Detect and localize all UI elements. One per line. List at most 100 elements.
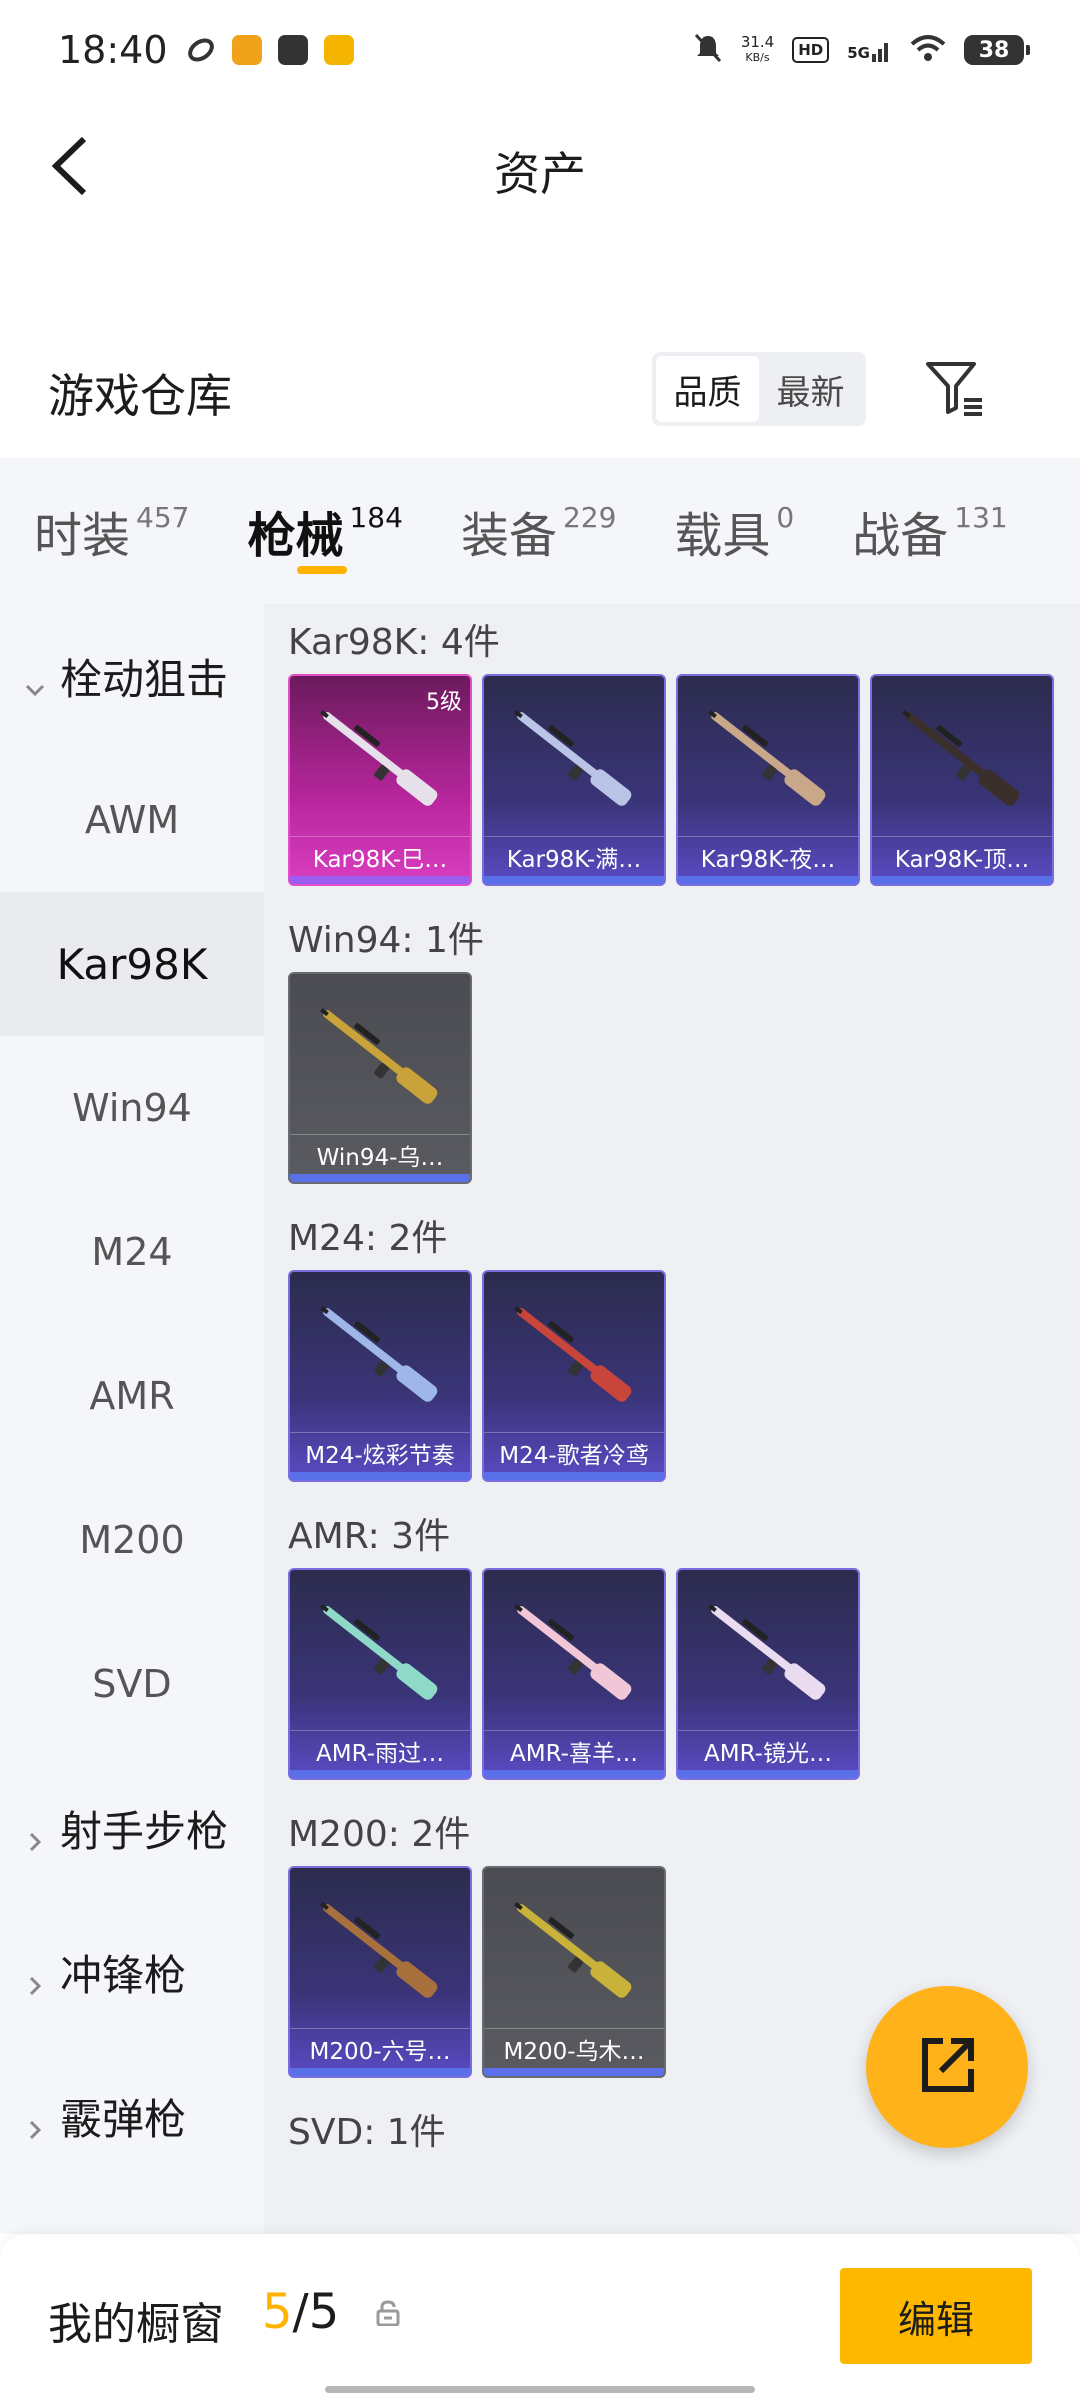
section-title: M24: 2件 (288, 1218, 448, 1259)
tab-label: 装备 (460, 508, 557, 564)
rarity-bar (484, 2068, 664, 2076)
item-grid: AMR-雨过… AMR-喜羊… AMR-镜光… (288, 1568, 1080, 1780)
sidebar-item[interactable]: Kar98K (0, 892, 264, 1036)
home-indicator[interactable] (325, 2386, 755, 2393)
sidebar-item[interactable]: AMR (0, 1324, 264, 1468)
weapon-card[interactable]: M200-六号… (288, 1866, 472, 2078)
weapon-name: AMR-喜羊… (484, 1730, 664, 1770)
filter-button[interactable] (922, 356, 988, 422)
sidebar-item[interactable]: M200 (0, 1468, 264, 1612)
weapon-card[interactable]: M24-炫彩节奏 (288, 1270, 472, 1482)
filter-icon (922, 362, 988, 426)
weapon-card[interactable]: M200-乌木… (482, 1866, 666, 2078)
chevron-down-icon (24, 662, 46, 697)
status-time: 18:40 (58, 28, 168, 72)
tab-label: 载具 (674, 508, 771, 564)
tab-category[interactable]: 载具 0 (674, 458, 794, 604)
showcase-bar: 我的橱窗 5/5 编辑 (0, 2234, 1080, 2400)
section-title: Win94: 1件 (288, 920, 484, 961)
level-badge: 5级 (426, 690, 462, 715)
weapon-card[interactable]: Kar98K-满… (482, 674, 666, 886)
warehouse-header: 游戏仓库 品质 最新 (0, 330, 1080, 450)
weapon-card[interactable]: Win94-乌… (288, 972, 472, 1184)
weapon-name: AMR-雨过… (290, 1730, 470, 1770)
weapon-name: Kar98K-满… (484, 836, 664, 876)
rarity-bar (290, 1770, 470, 1778)
rifle-icon (688, 690, 848, 830)
sidebar-group[interactable]: 射手步枪 (0, 1756, 264, 1900)
tab-category[interactable]: 枪械 184 (247, 458, 403, 604)
nav-bar: 资产 (0, 100, 1080, 235)
sidebar-item[interactable]: Win94 (0, 1036, 264, 1180)
share-icon (915, 2033, 979, 2101)
weapon-section: M24: 2件 M24-炫彩节奏 M24-歌者冷鸢 (264, 1200, 1080, 1482)
sidebar-group[interactable]: 冲锋枪 (0, 1900, 264, 2044)
app-notification-icon (186, 35, 216, 65)
tab-category[interactable]: 战备 131 (852, 458, 1007, 604)
signal-5g-icon: 5G (847, 38, 892, 62)
target-app-icon (323, 35, 354, 65)
weapon-card[interactable]: AMR-喜羊… (482, 1568, 666, 1780)
sort-toggle: 品质 最新 (652, 352, 866, 426)
rifle-icon (494, 690, 654, 830)
rarity-bar (484, 876, 664, 884)
weapon-card[interactable]: 5级 Kar98K-巳… (288, 674, 472, 886)
rifle-icon (494, 1882, 654, 2022)
weapon-card[interactable]: Kar98K-夜… (676, 674, 860, 886)
rarity-bar (678, 1770, 858, 1778)
sidebar-item-label: 射手步枪 (60, 1806, 229, 1856)
weapon-card[interactable]: Kar98K-顶… (870, 674, 1054, 886)
weapon-card[interactable]: M24-歌者冷鸢 (482, 1270, 666, 1482)
showcase-current: 5 (262, 2284, 293, 2340)
sidebar-item[interactable]: AWM (0, 748, 264, 892)
weapon-name: AMR-镜光… (678, 1730, 858, 1770)
weapon-name: M24-炫彩节奏 (290, 1432, 470, 1472)
sidebar-group[interactable]: 霰弹枪 (0, 2044, 264, 2188)
weapon-section: AMR: 3件 AMR-雨过… AMR-喜羊… AMR-镜光… (264, 1498, 1080, 1780)
rarity-bar (290, 876, 470, 884)
tab-category[interactable]: 时装 457 (34, 458, 189, 604)
weapon-type-sidebar: 栓动狙击 AWM Kar98K Win94 M24 AMR M200 SVD 射手步枪冲锋枪 霰弹… (0, 604, 264, 2234)
wifi-icon (910, 34, 946, 66)
rifle-icon (300, 988, 460, 1128)
weapon-card[interactable]: AMR-镜光… (676, 1568, 860, 1780)
notification-icons (186, 35, 354, 65)
section-title: M200: 2件 (288, 1814, 471, 1855)
rarity-bar (484, 1770, 664, 1778)
sidebar-item-label: 栓动狙击 (60, 654, 229, 704)
item-grid: 5级 Kar98K-巳… Kar98K-满… Kar98K-夜… Kar98K-顶… (288, 674, 1080, 886)
mute-icon (693, 32, 723, 68)
tab-label: 枪械 (247, 508, 344, 564)
weapon-name: Kar98K-顶… (872, 836, 1052, 876)
rarity-bar (290, 2068, 470, 2076)
rifle-icon (494, 1584, 654, 1724)
sort-quality-option[interactable]: 品质 (656, 356, 759, 422)
edit-button[interactable]: 编辑 (840, 2268, 1032, 2364)
network-speed: 31.4 KB/s (741, 35, 774, 65)
section-title: Kar98K: 4件 (288, 622, 500, 663)
category-tabs: 时装 457 枪械 184 装备 229 载具 0 战备 131 (0, 458, 1080, 604)
tab-category[interactable]: 装备 229 (461, 458, 616, 604)
showcase-total: 5 (308, 2284, 340, 2340)
battery-icon: 38 (964, 35, 1030, 65)
rifle-icon (300, 1286, 460, 1426)
share-button[interactable] (866, 1986, 1028, 2148)
speed-value: 31.4 (740, 33, 775, 51)
rifle-icon (300, 1882, 460, 2022)
tab-count: 184 (349, 500, 403, 534)
rarity-bar (872, 876, 1052, 884)
sidebar-item[interactable]: SVD (0, 1612, 264, 1756)
sidebar-item-label: Win94 (72, 1086, 192, 1130)
weapon-name: Kar98K-夜… (678, 836, 858, 876)
sidebar-item-label: SVD (92, 1662, 172, 1706)
showcase-separator: / (292, 2284, 309, 2340)
lock-icon (376, 2300, 400, 2327)
sidebar-group[interactable]: 栓动狙击 (0, 604, 264, 748)
sidebar-item[interactable]: M24 (0, 1180, 264, 1324)
sort-latest-option[interactable]: 最新 (759, 356, 862, 422)
tab-indicator (297, 566, 348, 574)
chevron-right-icon (24, 2102, 46, 2140)
sidebar-item-label: AWM (84, 798, 180, 842)
weapon-name: M24-歌者冷鸢 (484, 1432, 664, 1472)
weapon-card[interactable]: AMR-雨过… (288, 1568, 472, 1780)
